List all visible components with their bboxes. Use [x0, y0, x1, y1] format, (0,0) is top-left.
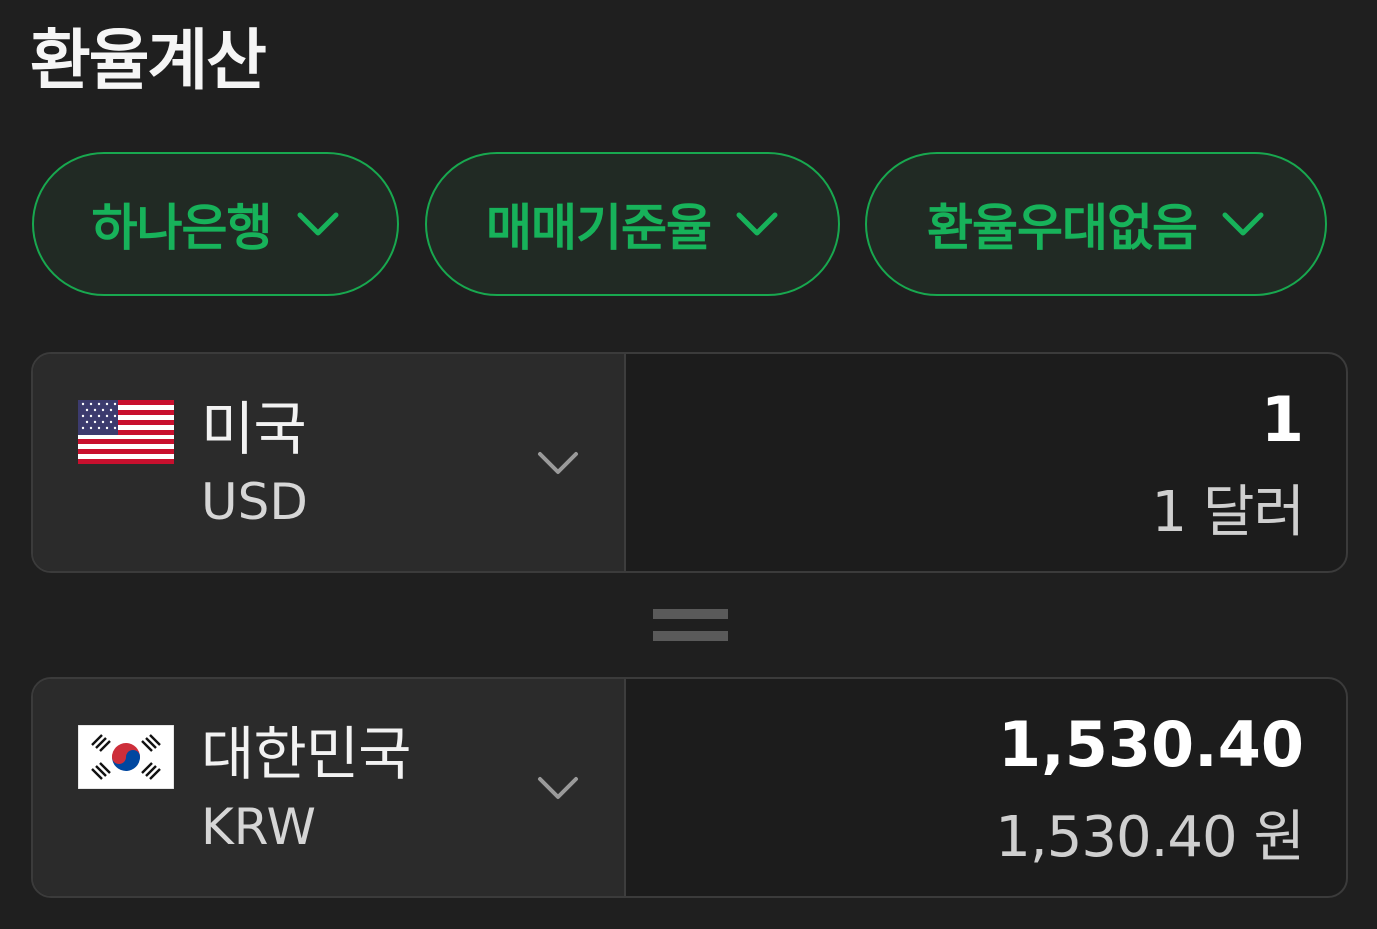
rate-type-filter-button[interactable]: 매매기준율 [425, 152, 840, 296]
to-amount-value: 1,530.40 [998, 708, 1304, 781]
bank-filter-button[interactable]: 하나은행 [32, 152, 399, 296]
equals-icon [653, 609, 728, 643]
from-amount-value: 1 [1260, 383, 1304, 456]
from-amount-words: 1 달러 [1151, 480, 1305, 545]
to-currency-card: 대한민국 KRW 1,530.40 1,530.40 원 [31, 677, 1348, 898]
chevron-down-icon [297, 212, 338, 236]
to-currency-code: KRW [201, 798, 316, 856]
to-currency-select[interactable]: 대한민국 KRW [33, 679, 626, 896]
from-amount-input[interactable]: 1 1 달러 [626, 354, 1346, 571]
rate-type-filter-label: 매매기준율 [486, 199, 712, 257]
from-currency-code: USD [201, 473, 308, 531]
bank-filter-label: 하나은행 [91, 199, 273, 257]
page-title: 환율계산 [30, 22, 267, 99]
us-flag-icon [78, 400, 174, 464]
from-country-name: 미국 [201, 395, 307, 463]
from-currency-select[interactable]: 미국 USD [33, 354, 626, 571]
to-amount-output[interactable]: 1,530.40 1,530.40 원 [626, 679, 1346, 896]
kr-flag-icon [78, 725, 174, 789]
to-country-name: 대한민국 [201, 720, 411, 788]
filter-bar: 하나은행 매매기준율 환율우대없음 [0, 152, 1377, 300]
chevron-down-icon [1222, 212, 1264, 236]
from-currency-card: 미국 USD 1 1 달러 [31, 352, 1348, 573]
to-amount-words: 1,530.40 원 [995, 805, 1305, 870]
chevron-down-icon [538, 777, 578, 799]
chevron-down-icon [736, 212, 778, 236]
preference-filter-button[interactable]: 환율우대없음 [865, 152, 1327, 296]
preference-filter-label: 환율우대없음 [927, 199, 1198, 257]
chevron-down-icon [538, 452, 578, 474]
